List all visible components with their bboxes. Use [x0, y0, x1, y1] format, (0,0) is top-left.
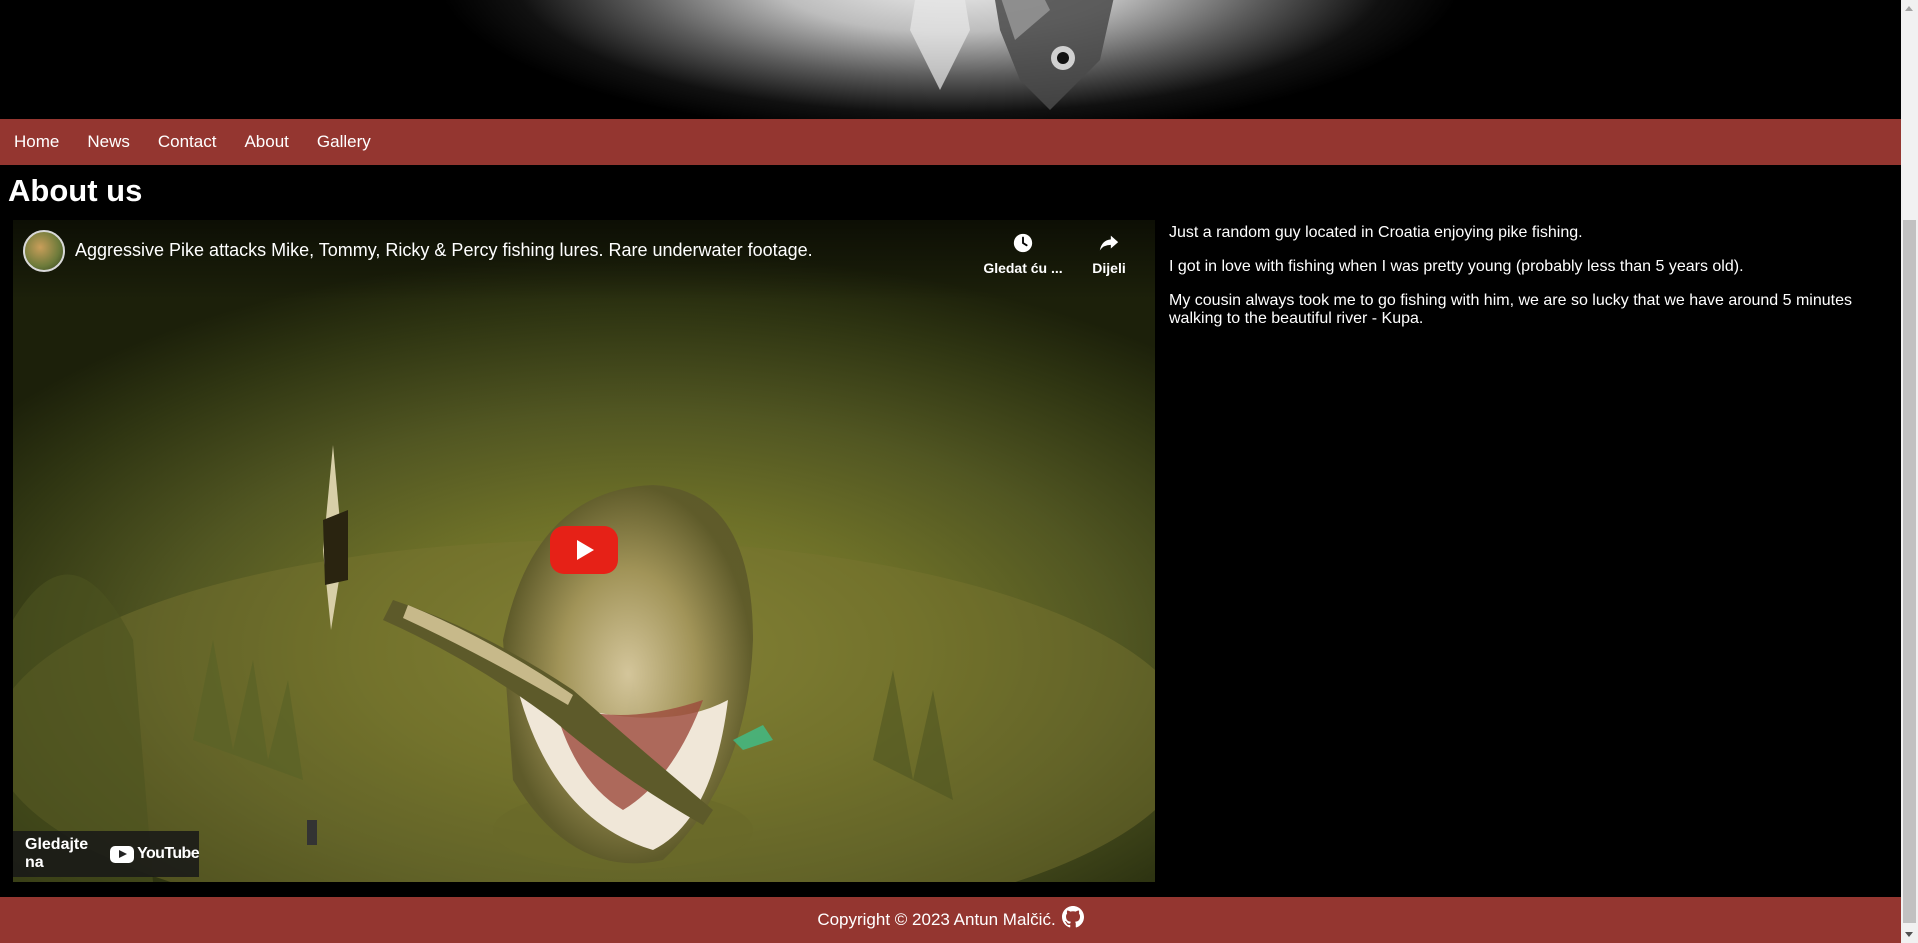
- nav-news[interactable]: News: [73, 119, 144, 165]
- share-arrow-icon: [1099, 235, 1119, 251]
- scroll-down-arrow-icon[interactable]: [1901, 926, 1918, 943]
- page-title: About us: [8, 173, 143, 208]
- youtube-video-embed[interactable]: Aggressive Pike attacks Mike, Tommy, Ric…: [13, 220, 1155, 882]
- watch-on-youtube-button[interactable]: Gledajte na YouTube: [13, 831, 200, 877]
- nav-contact[interactable]: Contact: [144, 119, 231, 165]
- clock-icon: [1013, 233, 1033, 253]
- about-paragraph: Just a random guy located in Croatia enj…: [1169, 224, 1583, 241]
- footer: Copyright © 2023 Antun Malčić.: [0, 897, 1901, 943]
- header-banner: [0, 0, 1901, 119]
- youtube-logo-text: YouTube: [137, 845, 199, 862]
- page: Home News Contact About Gallery About us: [0, 0, 1901, 943]
- about-text: Just a random guy located in Croatia enj…: [1169, 224, 1884, 344]
- nav-home[interactable]: Home: [0, 119, 73, 165]
- watch-on-label: Gledajte na: [25, 836, 89, 871]
- share-button[interactable]: Dijeli: [1069, 232, 1149, 276]
- scroll-up-arrow-icon[interactable]: [1901, 0, 1918, 17]
- watch-later-label: Gledat ću ...: [983, 260, 1063, 276]
- channel-avatar[interactable]: [23, 230, 65, 272]
- nav-about[interactable]: About: [230, 119, 302, 165]
- banner-fish-image: [910, 0, 1114, 110]
- main-nav: Home News Contact About Gallery: [0, 119, 1901, 165]
- play-button[interactable]: [550, 526, 618, 574]
- video-title[interactable]: Aggressive Pike attacks Mike, Tommy, Ric…: [75, 240, 813, 261]
- about-paragraph: I got in love with fishing when I was pr…: [1169, 258, 1744, 275]
- youtube-logo: YouTube: [110, 845, 200, 863]
- nav-gallery[interactable]: Gallery: [303, 119, 385, 165]
- watch-later-button[interactable]: Gledat ću ...: [983, 232, 1063, 276]
- youtube-logo-icon: [110, 845, 135, 863]
- github-icon[interactable]: [1061, 906, 1084, 928]
- play-icon: [577, 540, 594, 560]
- about-paragraph: My cousin always took me to go fishing w…: [1169, 292, 1852, 327]
- scroll-thumb[interactable]: [1903, 220, 1916, 923]
- page-scrollbar[interactable]: [1901, 0, 1918, 943]
- copyright-text: Copyright © 2023 Antun Malčić.: [817, 910, 1056, 929]
- share-label: Dijeli: [1092, 260, 1126, 276]
